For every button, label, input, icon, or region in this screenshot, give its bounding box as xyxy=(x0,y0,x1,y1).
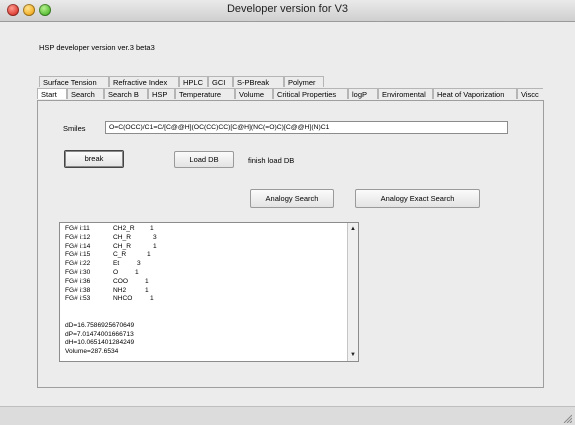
analogy-search-button[interactable]: Analogy Search xyxy=(250,189,334,208)
tab-hplc[interactable]: HPLC xyxy=(179,76,208,87)
tab-polymer[interactable]: Polymer xyxy=(284,76,324,87)
tab-row-2: Start Search Search B HSP Temperature Vo… xyxy=(37,88,543,100)
tab-s-pbreak[interactable]: S-PBreak xyxy=(233,76,284,87)
window-title: Developer version for V3 xyxy=(226,3,349,15)
property-line-dP: dP=7.01474001666713 xyxy=(65,330,134,338)
smiles-input[interactable]: O=C(OCC)/C1=C/[C@@H](OC(CC)CC)[C@H](NC(=… xyxy=(105,121,508,134)
fg-line: FG# i:22 Et 3 xyxy=(65,260,141,268)
tab-refractive-index[interactable]: Refractive Index xyxy=(109,76,179,87)
tab-hsp[interactable]: HSP xyxy=(148,88,175,99)
tab-row-1: Surface Tension Refractive Index HPLC GC… xyxy=(39,76,339,88)
load-db-button[interactable]: Load DB xyxy=(174,151,234,168)
tab-surface-tension[interactable]: Surface Tension xyxy=(39,76,109,87)
tab-critical-properties[interactable]: Critical Properties xyxy=(273,88,348,99)
tab-volume[interactable]: Volume xyxy=(235,88,273,99)
smiles-label: Smiles xyxy=(63,124,86,133)
tab-temperature[interactable]: Temperature xyxy=(175,88,235,99)
fg-line: FG# i:30 O 1 xyxy=(65,268,139,276)
scroll-down-arrow-icon[interactable]: ▼ xyxy=(348,350,358,360)
tab-enviromental[interactable]: Enviromental xyxy=(378,88,433,99)
load-db-status: finish load DB xyxy=(248,156,295,165)
results-textarea[interactable]: FG# i:11 CH2_R 1 FG# i:12 CH_R 3 FG# i:14 CH_… xyxy=(59,222,359,362)
break-button[interactable]: break xyxy=(64,150,124,168)
fg-line: FG# i:15 C_R 1 xyxy=(65,251,151,259)
fg-line: FG# i:53 NHCO 1 xyxy=(65,295,154,303)
tab-search-b[interactable]: Search B xyxy=(104,88,148,99)
fg-line: FG# i:14 CH_R 1 xyxy=(65,242,157,250)
fg-line: FG# i:36 COO 1 xyxy=(65,277,149,285)
tab-gci[interactable]: GCI xyxy=(208,76,233,87)
results-scrollbar[interactable]: ▲ ▼ xyxy=(347,223,358,361)
tab-start[interactable]: Start xyxy=(37,88,67,99)
tab-logp[interactable]: logP xyxy=(348,88,378,99)
version-label: HSP developer version ver.3 beta3 xyxy=(39,43,155,52)
tab-heat-of-vaporization[interactable]: Heat of Vaporization xyxy=(433,88,517,99)
resize-grip-icon[interactable] xyxy=(562,413,572,423)
window-bottom-bar xyxy=(0,406,575,425)
tab-search[interactable]: Search xyxy=(67,88,104,99)
analogy-exact-search-button[interactable]: Analogy Exact Search xyxy=(355,189,480,208)
results-lines: FG# i:11 CH2_R 1 FG# i:12 CH_R 3 FG# i:14 CH_… xyxy=(65,225,157,357)
property-line-dD: dD=16.7586925670649 xyxy=(65,321,135,329)
scroll-up-arrow-icon[interactable]: ▲ xyxy=(348,224,358,234)
fg-line: FG# i:11 CH2_R 1 xyxy=(65,225,154,232)
tab-viscosity[interactable]: Viscc xyxy=(517,88,543,99)
fg-line: FG# i:12 CH_R 3 xyxy=(65,233,157,241)
property-line-volume: Volume=287.6534 xyxy=(65,348,119,356)
fg-line: FG# i:38 NH2 1 xyxy=(65,286,149,294)
property-line-dH: dH=10.0651401284249 xyxy=(65,339,135,347)
title-bar: Developer version for V3 xyxy=(0,0,575,22)
